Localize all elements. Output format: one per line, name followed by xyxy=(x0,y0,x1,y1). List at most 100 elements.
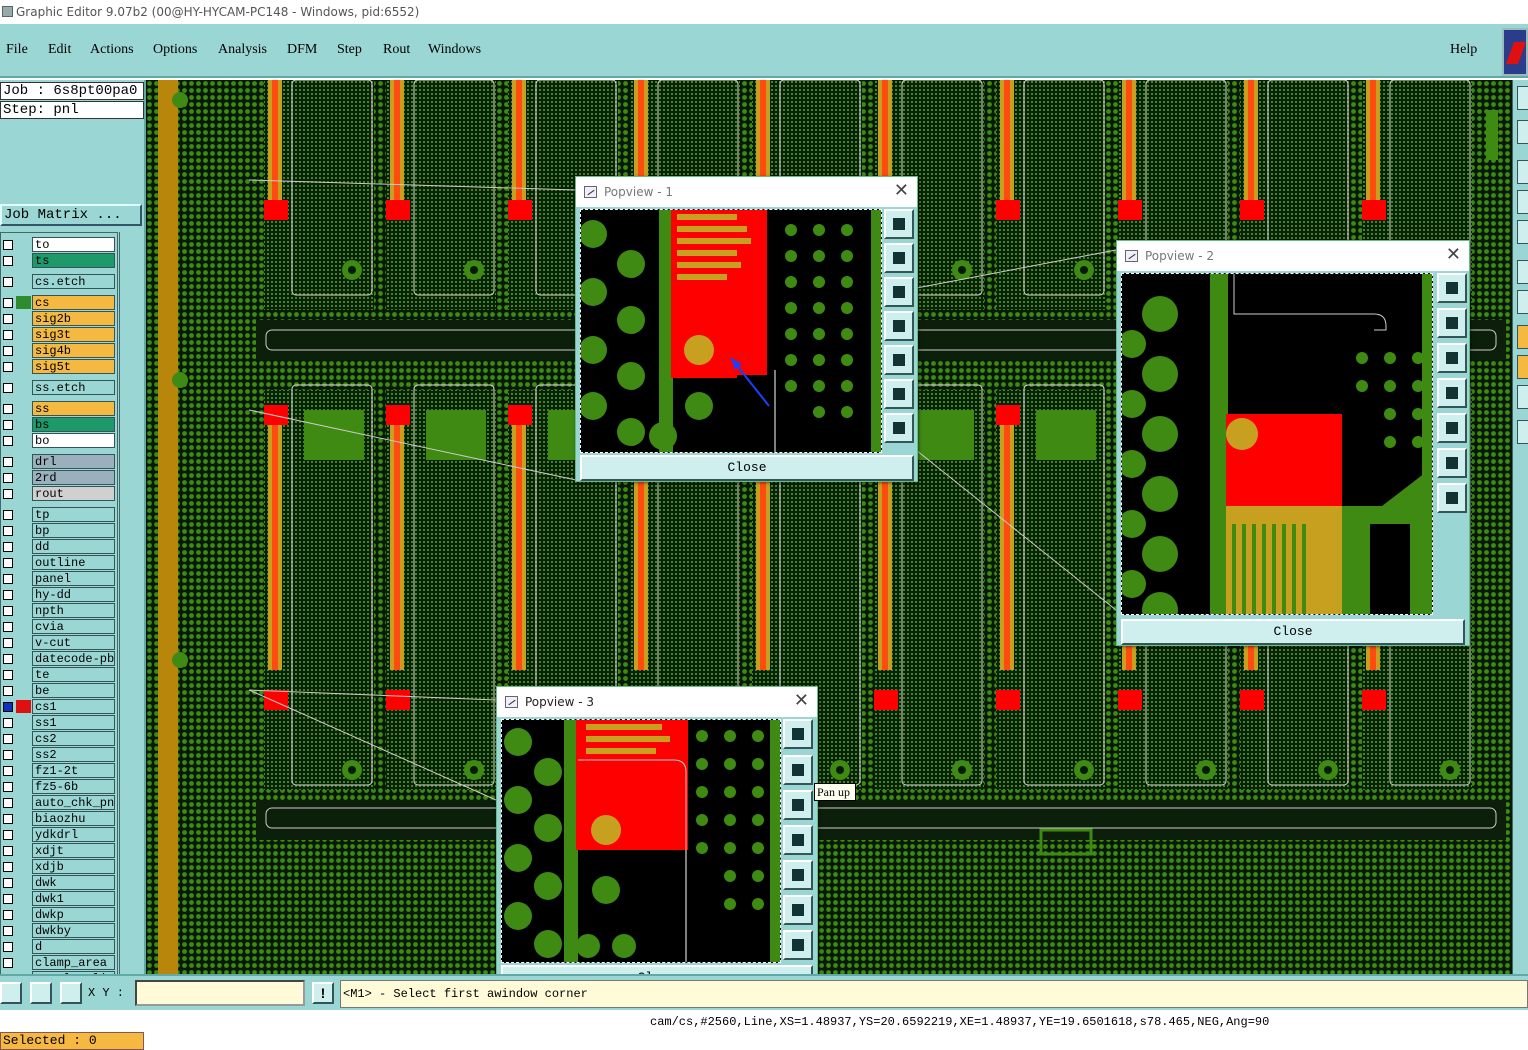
layer-color-swatch[interactable] xyxy=(16,434,31,447)
layer-name[interactable]: clamp_area xyxy=(32,955,115,970)
layer-checkbox[interactable] xyxy=(3,542,13,552)
menu-actions[interactable]: Actions xyxy=(90,42,134,58)
layer-checkbox[interactable] xyxy=(3,814,13,824)
layer-row[interactable]: bs xyxy=(1,416,117,432)
layer-color-swatch[interactable] xyxy=(16,700,31,713)
layer-checkbox[interactable] xyxy=(3,457,13,467)
layer-color-swatch[interactable] xyxy=(16,620,31,633)
layer-row[interactable]: tp xyxy=(1,506,117,522)
layer-color-swatch[interactable] xyxy=(16,860,31,873)
layer-row[interactable]: dwk xyxy=(1,874,117,890)
layer-row[interactable]: fz1-2t xyxy=(1,762,117,778)
zoom-home-icon[interactable] xyxy=(884,209,914,239)
layer-checkbox[interactable] xyxy=(3,298,13,308)
layer-color-swatch[interactable] xyxy=(16,716,31,729)
layer-row[interactable]: rout xyxy=(1,485,117,501)
layer-color-swatch[interactable] xyxy=(16,828,31,841)
popview-2-titlebar[interactable]: Popview - 2 ✕ xyxy=(1117,241,1469,271)
layer-color-swatch[interactable] xyxy=(16,764,31,777)
layer-row[interactable]: cs2 xyxy=(1,730,117,746)
layer-color-swatch[interactable] xyxy=(16,238,31,251)
grid-tool-icon[interactable] xyxy=(60,982,82,1004)
layer-color-swatch[interactable] xyxy=(16,812,31,825)
right-tool-button[interactable] xyxy=(1517,190,1528,214)
layer-row[interactable]: dwkby xyxy=(1,922,117,938)
layer-name[interactable]: sig2b xyxy=(32,311,115,326)
layer-color-swatch[interactable] xyxy=(16,796,31,809)
zoom-home-icon[interactable] xyxy=(783,719,813,749)
layer-checkbox[interactable] xyxy=(3,894,13,904)
menu-options[interactable]: Options xyxy=(153,42,197,58)
layer-color-swatch[interactable] xyxy=(16,508,31,521)
layer-name[interactable]: rout xyxy=(32,486,115,501)
layer-name[interactable]: cs1 xyxy=(32,699,115,714)
layer-row[interactable]: cs.etch xyxy=(1,273,117,289)
layer-color-swatch[interactable] xyxy=(16,296,31,309)
pan-right-icon[interactable] xyxy=(1437,413,1467,443)
layer-checkbox[interactable] xyxy=(3,489,13,499)
layer-row[interactable]: fz5-6b xyxy=(1,778,117,794)
layer-checkbox[interactable] xyxy=(3,718,13,728)
layer-row[interactable]: v-cut xyxy=(1,634,117,650)
layer-checkbox[interactable] xyxy=(3,862,13,872)
info-icon[interactable]: ! xyxy=(312,982,334,1004)
zoom-out-icon[interactable] xyxy=(1437,483,1467,513)
job-matrix-button[interactable]: Job Matrix ... xyxy=(0,204,142,226)
layer-checkbox[interactable] xyxy=(3,420,13,430)
pan-down-icon[interactable] xyxy=(783,790,813,820)
popview-2-close-icon[interactable]: ✕ xyxy=(1446,241,1461,269)
layer-checkbox[interactable] xyxy=(3,910,13,920)
layer-name[interactable]: drl xyxy=(32,454,115,469)
zoom-home-icon[interactable] xyxy=(1437,273,1467,303)
layer-row[interactable]: xdjb xyxy=(1,858,117,874)
layer-row[interactable]: panel xyxy=(1,570,117,586)
layer-name[interactable]: panel xyxy=(32,571,115,586)
layer-checkbox[interactable] xyxy=(3,942,13,952)
layer-checkbox[interactable] xyxy=(3,240,13,250)
layer-checkbox[interactable] xyxy=(3,330,13,340)
layer-row[interactable]: outline xyxy=(1,554,117,570)
layer-color-swatch[interactable] xyxy=(16,572,31,585)
layer-row[interactable]: ss xyxy=(1,400,117,416)
layer-checkbox[interactable] xyxy=(3,436,13,446)
pan-down-icon[interactable] xyxy=(884,277,914,307)
layer-name[interactable]: bs xyxy=(32,417,115,432)
layer-row[interactable]: dwk1 xyxy=(1,890,117,906)
menu-step[interactable]: Step xyxy=(337,42,362,58)
layer-color-swatch[interactable] xyxy=(16,328,31,341)
layer-row[interactable]: sig4b xyxy=(1,342,117,358)
right-tool-button[interactable] xyxy=(1517,220,1528,244)
layer-color-swatch[interactable] xyxy=(16,652,31,665)
layer-color-swatch[interactable] xyxy=(16,780,31,793)
layer-row[interactable]: cs xyxy=(1,294,117,310)
right-tool-button[interactable] xyxy=(1517,420,1528,444)
layer-row[interactable]: ss1 xyxy=(1,714,117,730)
layer-row[interactable]: dwkp xyxy=(1,906,117,922)
layer-name[interactable]: 2rd xyxy=(32,470,115,485)
layer-name[interactable]: ss.etch xyxy=(32,380,115,395)
pan-left-icon[interactable] xyxy=(884,311,914,341)
layer-row[interactable]: drl xyxy=(1,453,117,469)
popview-2-close-button[interactable]: Close xyxy=(1121,619,1465,645)
layer-row[interactable]: ydkdrl xyxy=(1,826,117,842)
zoom-in-icon[interactable] xyxy=(884,379,914,409)
right-tool-button[interactable] xyxy=(1517,325,1528,349)
menu-edit[interactable]: Edit xyxy=(48,42,71,58)
layer-name[interactable]: ss1 xyxy=(32,715,115,730)
layer-checkbox[interactable] xyxy=(3,830,13,840)
layer-row[interactable]: be xyxy=(1,682,117,698)
layer-color-swatch[interactable] xyxy=(16,471,31,484)
layer-checkbox[interactable] xyxy=(3,878,13,888)
layer-color-swatch[interactable] xyxy=(16,381,31,394)
right-tool-button[interactable] xyxy=(1517,385,1528,409)
layer-checkbox[interactable] xyxy=(3,670,13,680)
layer-checkbox[interactable] xyxy=(3,606,13,616)
layer-name[interactable]: sig3t xyxy=(32,327,115,342)
popview-2-canvas[interactable] xyxy=(1121,273,1433,615)
layer-row[interactable]: dd xyxy=(1,538,117,554)
layer-checkbox[interactable] xyxy=(3,702,13,712)
right-tool-button[interactable] xyxy=(1517,160,1528,184)
layer-name[interactable]: cs2 xyxy=(32,731,115,746)
layer-color-swatch[interactable] xyxy=(16,908,31,921)
layer-checkbox[interactable] xyxy=(3,314,13,324)
